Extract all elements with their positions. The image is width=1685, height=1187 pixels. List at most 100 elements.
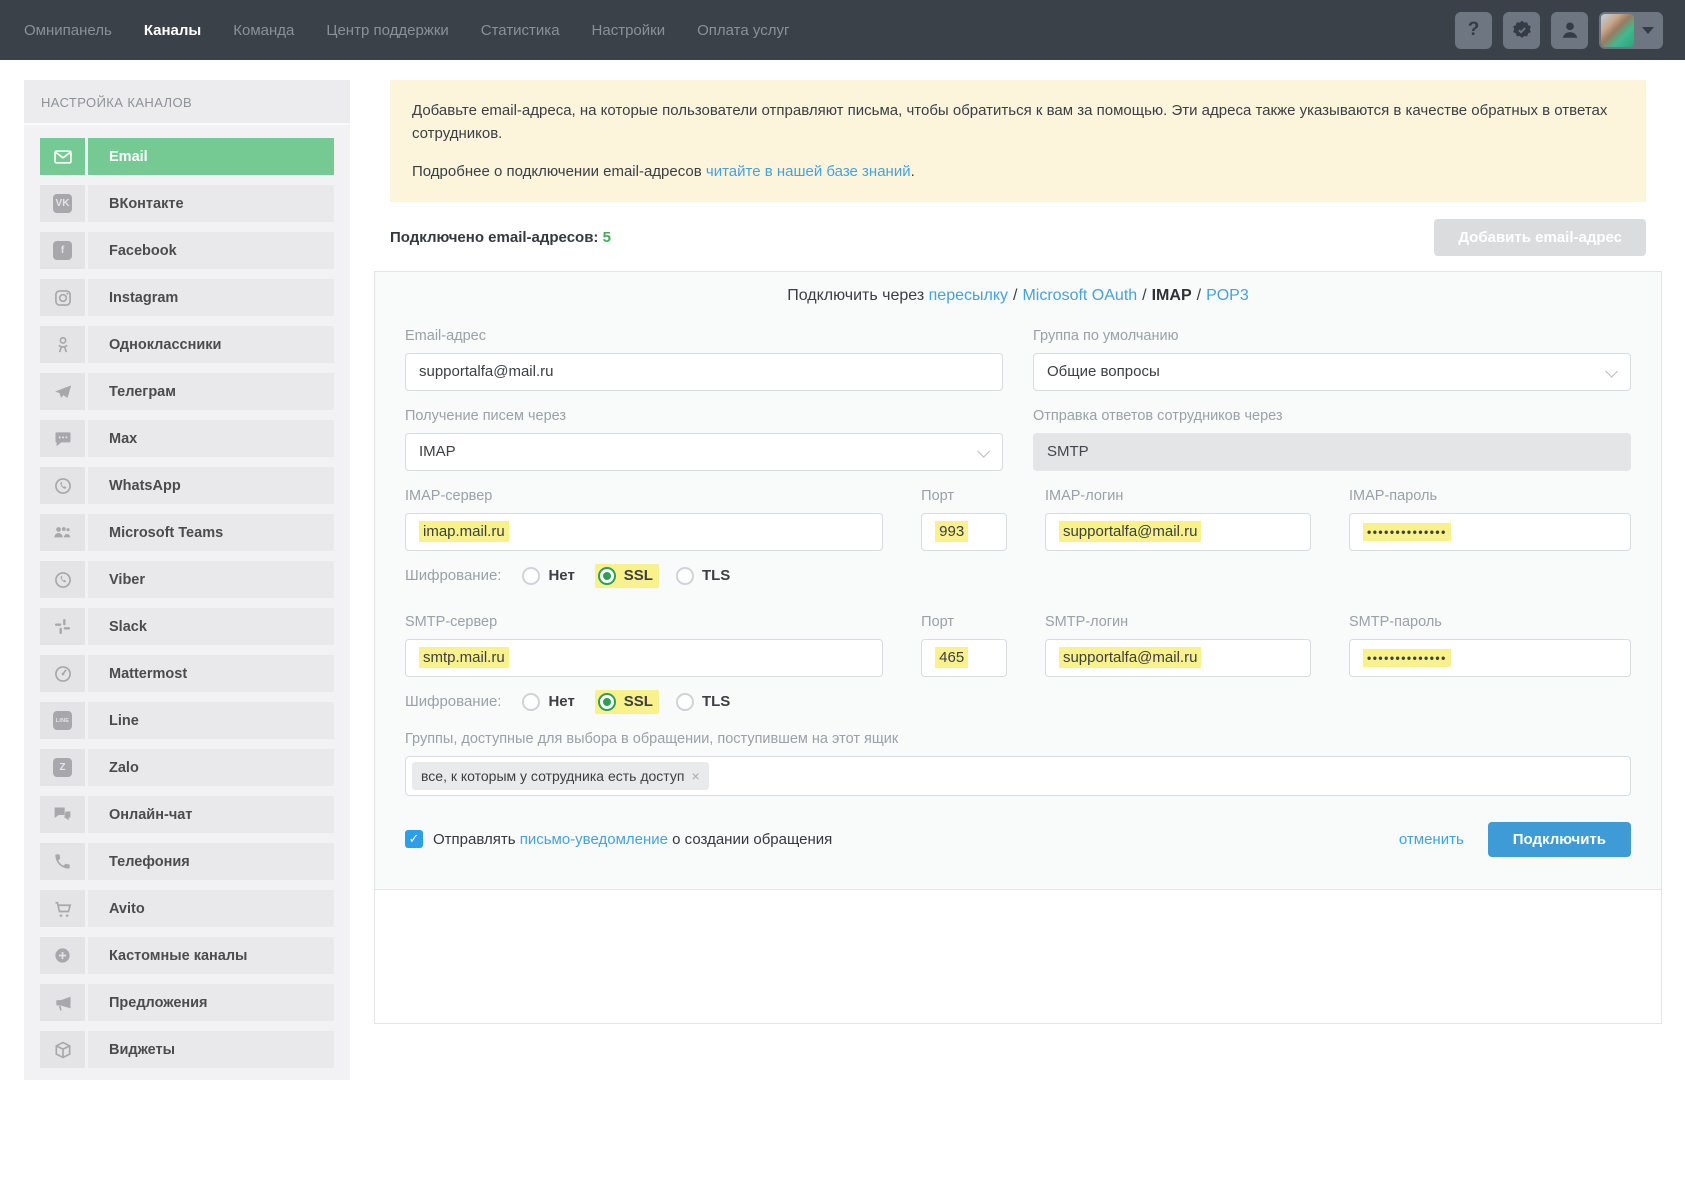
- imap-encryption-radio-ssl[interactable]: SSL: [594, 563, 659, 588]
- sidebar-item-whatsapp[interactable]: WhatsApp: [40, 467, 334, 504]
- connected-count-label: Подключено email-адресов: 5: [390, 228, 611, 246]
- info-text-2: Подробнее о подключении email-адресов чи…: [412, 162, 915, 180]
- sidebar-item-avito[interactable]: Avito: [40, 890, 334, 927]
- status-badge-button[interactable]: [1503, 11, 1540, 49]
- remove-tag-icon[interactable]: ×: [691, 768, 699, 784]
- sidebar-item-label: Zalo: [88, 749, 334, 786]
- nav-item-channels[interactable]: Каналы: [144, 22, 201, 39]
- sidebar-item-odnoklassniki[interactable]: Одноклассники: [40, 326, 334, 363]
- send-via-field: SMTP: [1033, 432, 1631, 471]
- info-text: Добавьте email-адреса, на которые пользо…: [412, 102, 1608, 143]
- sidebar-item-widgets[interactable]: Виджеты: [40, 1031, 334, 1068]
- widgets-icon: [40, 1031, 85, 1068]
- main-content: Добавьте email-адреса, на которые пользо…: [374, 80, 1662, 1024]
- sidebar-item-label: Line: [88, 702, 334, 739]
- nav-items: Омнипанель Каналы Команда Центр поддержки Ст…: [24, 22, 789, 39]
- odnoklassniki-icon: [40, 326, 85, 363]
- nav-item-team[interactable]: Команда: [233, 22, 294, 39]
- imap-server-input[interactable]: imap.mail.ru: [405, 512, 884, 551]
- connect-methods: Подключить через пересылку / Microsoft OAu…: [787, 286, 1249, 304]
- sidebar-item-line[interactable]: LINE Line: [40, 702, 334, 739]
- connect-button[interactable]: Подключить: [1487, 821, 1631, 857]
- imap-login-input[interactable]: supportalfa@mail.ru: [1044, 512, 1311, 551]
- sidebar-item-label: Кастомные каналы: [88, 937, 334, 974]
- question-icon: ?: [1467, 19, 1480, 40]
- sidebar-item-telephony[interactable]: Телефония: [40, 843, 334, 880]
- sidebar-item-label: Avito: [88, 890, 334, 927]
- person-icon: [1559, 19, 1581, 41]
- smtp-port-label: Порт: [921, 613, 955, 630]
- method-microsoft-oauth[interactable]: Microsoft OAuth: [1022, 287, 1137, 304]
- sidebar-item-slack[interactable]: Slack: [40, 608, 334, 645]
- nav-item-statistics[interactable]: Статистика: [481, 22, 560, 39]
- profile-button[interactable]: [1551, 11, 1588, 49]
- receive-via-select[interactable]: IMAP: [405, 432, 1003, 471]
- email-icon: [40, 138, 85, 175]
- sidebar-item-microsoft-teams[interactable]: Microsoft Teams: [40, 514, 334, 551]
- info-box: Добавьте email-адреса, на которые пользо…: [390, 80, 1646, 202]
- smtp-encryption-group: Шифрование: Нет SSL TLS: [405, 689, 1631, 714]
- add-email-button[interactable]: Добавить email-адрес: [1434, 218, 1646, 256]
- avatar: [1601, 13, 1634, 47]
- cart-icon: [40, 890, 85, 927]
- line-icon: LINE: [40, 702, 85, 739]
- sidebar-item-label: Facebook: [88, 232, 334, 269]
- sidebar-item-vkontakte[interactable]: VK ВКонтакте: [40, 185, 334, 222]
- sidebar-item-label: Предложения: [88, 984, 334, 1021]
- connection-form: Подключить через пересылку / Microsoft OAu…: [375, 271, 1661, 890]
- nav-right: ?: [1455, 11, 1663, 49]
- smtp-encryption-radio-ssl[interactable]: SSL: [594, 689, 659, 714]
- sidebar-item-instagram[interactable]: Instagram: [40, 279, 334, 316]
- nav-item-support-center[interactable]: Центр поддержки: [326, 22, 448, 39]
- knowledge-base-link[interactable]: читайте в нашей базе знаний: [706, 163, 911, 180]
- imap-encryption-radio-нет[interactable]: Нет: [519, 564, 580, 588]
- smtp-port-input[interactable]: 465: [921, 638, 1007, 677]
- notification-letter-link[interactable]: письмо-уведомление: [520, 831, 668, 848]
- imap-encryption-radio-tls[interactable]: TLS: [673, 564, 736, 588]
- groups-input[interactable]: все, к которым у сотрудника есть доступ …: [405, 755, 1631, 796]
- nav-item-omnipanel[interactable]: Омнипанель: [24, 22, 112, 39]
- smtp-encryption-radio-tls[interactable]: TLS: [673, 690, 736, 714]
- sidebar-item-label: Instagram: [88, 279, 334, 316]
- email-field-label: Email-адрес: [405, 327, 486, 344]
- sidebar-item-max[interactable]: Max: [40, 420, 334, 457]
- sidebar-item-online-chat[interactable]: Онлайн-чат: [40, 796, 334, 833]
- facebook-icon: f: [40, 232, 85, 269]
- sidebar-item-custom-channels[interactable]: Кастомные каналы: [40, 937, 334, 974]
- smtp-password-input[interactable]: ••••••••••••••: [1349, 638, 1631, 677]
- imap-password-input[interactable]: ••••••••••••••: [1349, 512, 1631, 551]
- sidebar-item-zalo[interactable]: Z Zalo: [40, 749, 334, 786]
- sidebar-item-viber[interactable]: Viber: [40, 561, 334, 598]
- email-input[interactable]: supportalfa@mail.ru: [405, 352, 1003, 391]
- sidebar-item-telegram[interactable]: Телеграм: [40, 373, 334, 410]
- radio-icon: [522, 566, 541, 585]
- account-menu-button[interactable]: [1599, 11, 1663, 49]
- notify-checkbox[interactable]: ✓: [405, 830, 423, 849]
- default-group-select[interactable]: Общие вопросы: [1033, 352, 1631, 391]
- imap-port-label: Порт: [921, 487, 955, 504]
- smtp-encryption-radio-нет[interactable]: Нет: [519, 690, 580, 714]
- imap-port-input[interactable]: 993: [921, 512, 1007, 551]
- notify-checkbox-wrap: ✓ Отправлять письмо-уведомление о создан…: [405, 830, 832, 849]
- sidebar-item-mattermost[interactable]: Mattermost: [40, 655, 334, 692]
- help-button[interactable]: ?: [1455, 11, 1492, 49]
- sidebar-item-label: Одноклассники: [88, 326, 334, 363]
- seal-check-icon: [1511, 19, 1533, 41]
- smtp-server-input[interactable]: smtp.mail.ru: [405, 638, 884, 677]
- nav-item-payment[interactable]: Оплата услуг: [697, 22, 789, 39]
- method-imap[interactable]: IMAP: [1152, 287, 1192, 304]
- channels-sidebar: НАСТРОЙКА КАНАЛОВ Email VK ВКонтакте f Faceb…: [24, 80, 350, 1080]
- send-via-label: Отправка ответов сотрудников через: [1033, 407, 1283, 424]
- radio-icon: [597, 566, 616, 585]
- sidebar-item-facebook[interactable]: f Facebook: [40, 232, 334, 269]
- plus-icon: [40, 937, 85, 974]
- method-пересылку[interactable]: пересылку: [929, 287, 1008, 304]
- cancel-button[interactable]: отменить: [1399, 831, 1464, 848]
- radio-icon: [522, 692, 541, 711]
- sidebar-item-suggestions[interactable]: Предложения: [40, 984, 334, 1021]
- sidebar-item-email[interactable]: Email: [40, 138, 334, 175]
- method-pop3[interactable]: POP3: [1206, 287, 1249, 304]
- sidebar-item-label: Microsoft Teams: [88, 514, 334, 551]
- nav-item-settings[interactable]: Настройки: [592, 22, 666, 39]
- smtp-login-input[interactable]: supportalfa@mail.ru: [1044, 638, 1311, 677]
